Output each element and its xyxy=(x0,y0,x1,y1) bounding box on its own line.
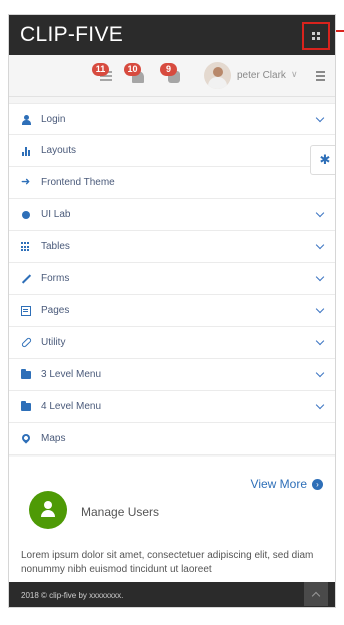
chevron-up-icon xyxy=(311,591,321,600)
tasks-notification[interactable]: 11 xyxy=(92,63,116,87)
highlight-pointer xyxy=(336,30,344,32)
footer-copyright: 2018 © clip-five by xxxxxxxx. xyxy=(21,591,124,600)
chevron-down-icon xyxy=(315,240,325,250)
folder-icon xyxy=(21,369,31,379)
manage-users-icon xyxy=(29,491,67,529)
chevron-down-icon xyxy=(315,368,325,378)
sidebar-item-login[interactable]: Login xyxy=(9,103,335,135)
view-more-link[interactable]: View More › xyxy=(251,477,323,491)
grid-icon xyxy=(21,242,31,252)
sidebar-item-frontend-theme[interactable]: ➜ Frontend Theme xyxy=(9,167,335,199)
app-frame: CLIP-FIVE 11 10 9 peter Clark ∨ Login La… xyxy=(8,14,336,608)
sidebar-menu: Login Layouts ➜ Frontend Theme UI Lab Ta… xyxy=(9,103,335,455)
notification-badge: 11 xyxy=(92,63,109,76)
hamburger-menu-icon[interactable] xyxy=(316,71,325,83)
chevron-down-icon xyxy=(315,272,325,282)
chevron-down-icon xyxy=(315,336,325,346)
user-icon xyxy=(21,115,31,125)
sidebar-item-maps[interactable]: Maps xyxy=(9,423,335,455)
sidebar-item-forms[interactable]: Forms xyxy=(9,263,335,295)
sidebar-item-layouts[interactable]: Layouts xyxy=(9,135,335,167)
sidebar-item-label: UI Lab xyxy=(41,209,71,220)
gear-icon: ✱ xyxy=(319,152,331,167)
sidebar-item-label: Maps xyxy=(41,433,66,444)
footer: 2018 © clip-five by xxxxxxxx. xyxy=(9,582,335,607)
brand-logo[interactable]: CLIP-FIVE xyxy=(20,23,123,47)
sidebar-item-label: Frontend Theme xyxy=(41,177,115,188)
top-navbar: CLIP-FIVE xyxy=(9,15,335,55)
alerts-notification[interactable]: 10 xyxy=(124,63,148,87)
notification-bar: 11 10 9 peter Clark ∨ xyxy=(9,55,335,97)
sidebar-item-label: 3 Level Menu xyxy=(41,369,102,380)
chevron-down-icon xyxy=(315,400,325,410)
notification-badge: 10 xyxy=(124,63,141,76)
pencil-icon xyxy=(21,274,32,284)
main-content: View More › Manage Users Lorem ipsum dol… xyxy=(9,457,335,582)
folder-icon xyxy=(21,401,31,411)
sidebar-item-utility[interactable]: Utility xyxy=(9,327,335,359)
sidebar-item-label: 4 Level Menu xyxy=(41,401,102,412)
notification-badge: 9 xyxy=(160,63,177,76)
bar-chart-icon xyxy=(21,146,31,156)
grid-icon xyxy=(312,32,320,40)
paperclip-icon xyxy=(20,336,33,349)
bug-icon xyxy=(22,211,30,219)
sidebar-item-3-level-menu[interactable]: 3 Level Menu xyxy=(9,359,335,391)
avatar[interactable] xyxy=(204,62,231,89)
map-pin-icon xyxy=(20,432,32,444)
sidebar-item-label: Pages xyxy=(41,305,70,316)
scroll-to-top-button[interactable] xyxy=(304,582,328,606)
sidebar-item-label: Layouts xyxy=(41,145,77,156)
chevron-down-icon xyxy=(315,113,325,123)
view-more-label: View More xyxy=(250,477,307,491)
arrow-icon: ➜ xyxy=(21,176,31,188)
sidebar-item-label: Utility xyxy=(41,337,66,348)
arrow-right-circle-icon: › xyxy=(312,478,323,490)
messages-notification[interactable]: 9 xyxy=(160,63,184,87)
sidebar-item-label: Forms xyxy=(41,273,70,284)
description-text: Lorem ipsum dolor sit amet, consectetuer… xyxy=(21,550,314,575)
chevron-down-icon xyxy=(315,304,325,314)
manage-users-title: Manage Users xyxy=(81,505,160,519)
sidebar-item-4-level-menu[interactable]: 4 Level Menu xyxy=(9,391,335,423)
chevron-down-icon xyxy=(315,208,325,218)
user-name[interactable]: peter Clark xyxy=(237,70,286,81)
sidebar-item-tables[interactable]: Tables xyxy=(9,231,335,263)
page-icon xyxy=(21,306,31,316)
sidebar-item-pages[interactable]: Pages xyxy=(9,295,335,327)
sidebar-item-ui-lab[interactable]: UI Lab xyxy=(9,199,335,231)
sidebar-item-label: Login xyxy=(41,113,66,125)
settings-button[interactable]: ✱ xyxy=(310,145,335,175)
chevron-down-icon[interactable]: ∨ xyxy=(291,69,298,80)
sidebar-item-label: Tables xyxy=(41,241,70,252)
menu-toggle-button[interactable] xyxy=(302,22,330,50)
